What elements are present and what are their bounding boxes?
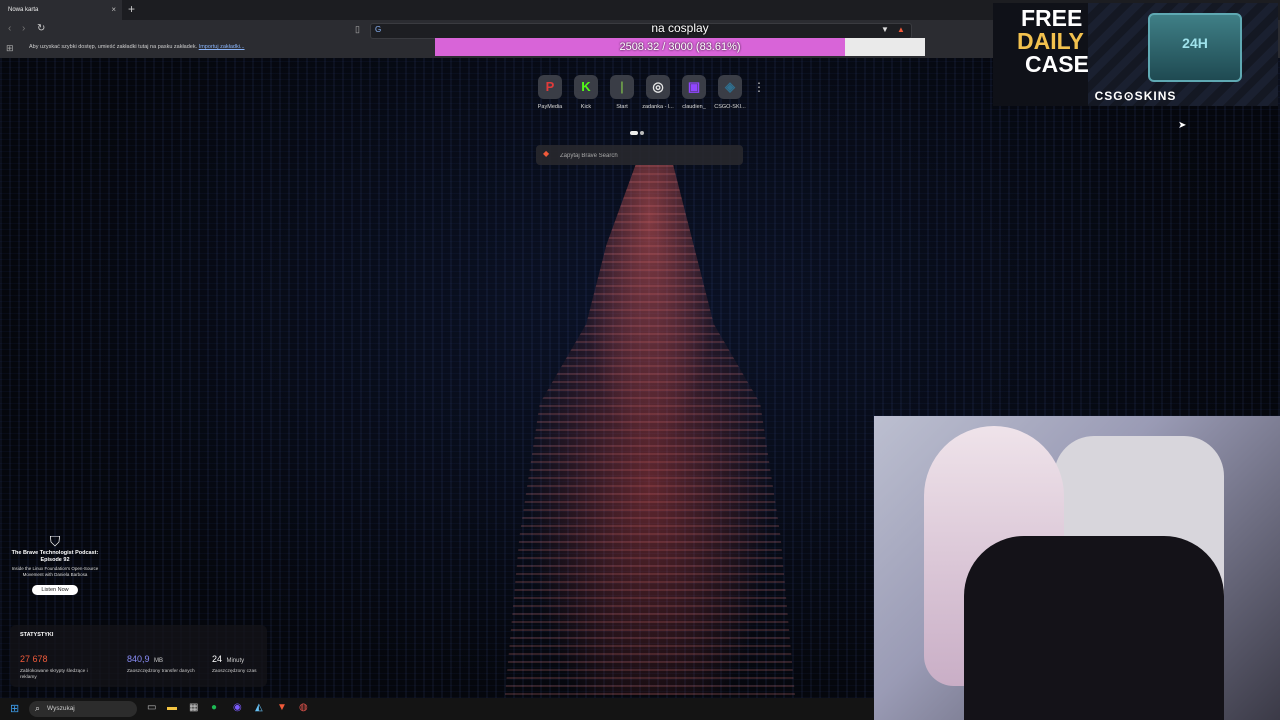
brave-rewards-icon[interactable]: ▲ — [897, 25, 905, 34]
brave-shields-icon[interactable]: ▼ — [881, 25, 889, 34]
bookmarks-hint: Aby uzyskać szybki dostęp, umieść zakład… — [29, 44, 245, 50]
apps-grid-icon[interactable]: ⊞ — [6, 43, 14, 54]
stat-value: 27 678 — [20, 654, 48, 664]
top-site-shortcut[interactable]: | Start — [605, 75, 639, 110]
goal-progress-bar: 2508.32 / 3000 (83.61%) — [435, 38, 925, 56]
brave-lion-icon: ◆ — [543, 149, 550, 158]
podcast-description: Inside the Linux Foundation's Open-Sourc… — [11, 566, 99, 577]
tab-title: Nowa karta — [8, 7, 39, 13]
shortcut-label: Start — [616, 104, 628, 110]
import-bookmarks-link[interactable]: Importuj zakładki... — [199, 44, 245, 50]
goal-title: na cosplay — [651, 21, 709, 35]
taskbar-search-label: Wyszukaj — [47, 705, 75, 712]
stat-desc: Zablokowane skrypty śledzące i reklamy — [20, 669, 88, 680]
shortcut-label: PayMedia — [537, 104, 563, 110]
listen-now-button[interactable]: Listen Now — [32, 585, 78, 595]
top-site-shortcut[interactable]: ▣ claudien_ — [677, 75, 711, 110]
google-icon: G — [375, 25, 382, 34]
shortcut-label: zadanka - l... — [642, 104, 674, 110]
windows-start-icon[interactable]: ⊞ — [10, 702, 19, 715]
shortcut-label: claudien_ — [682, 104, 706, 110]
back-icon[interactable]: ‹ — [8, 23, 11, 34]
more-options-icon[interactable]: ⋮ — [753, 80, 765, 94]
shortcut-label: Kick — [580, 104, 592, 110]
ad-line-case: CASE — [1025, 51, 1089, 77]
reload-icon[interactable]: ↻ — [37, 23, 45, 34]
podcast-title: The Brave Technologist Podcast: Episode … — [11, 550, 99, 563]
shortcut-icon: K — [574, 75, 598, 99]
page-indicator — [630, 122, 650, 135]
search-icon: ⌕ — [35, 703, 41, 713]
shortcut-icon: | — [610, 75, 634, 99]
tab-close-icon[interactable]: × — [111, 0, 116, 20]
top-site-shortcut[interactable]: P PayMedia — [533, 75, 567, 110]
top-site-shortcut[interactable]: ◈ CSGO-SKI... — [713, 75, 747, 110]
task-view-icon[interactable]: ▭ — [147, 702, 156, 713]
ad-line-daily: DAILY — [1017, 28, 1084, 54]
page-dot-active[interactable] — [630, 131, 638, 135]
spotify-icon[interactable]: ● — [211, 702, 217, 713]
stat-unit: MB — [153, 658, 163, 664]
stat-desc: Zaoszczędzony transfer danych — [127, 669, 195, 674]
goal-progress-text: 2508.32 / 3000 (83.61%) — [619, 41, 741, 53]
taskbar-search[interactable]: ⌕ Wyszukaj — [29, 701, 137, 717]
case-chest-icon: 24H — [1148, 13, 1242, 82]
podcast-card: ⛉ The Brave Technologist Podcast: Episod… — [10, 533, 100, 613]
shortcut-icon: P — [538, 75, 562, 99]
ad-line-free: FREE — [1021, 5, 1083, 31]
brave-search-box[interactable]: ◆ — [536, 145, 743, 165]
webcam-feed — [874, 416, 1280, 720]
shortcut-icon: ◎ — [646, 75, 670, 99]
stat-desc: Zaoszczędzony czas — [212, 669, 257, 674]
new-tab-icon[interactable]: + — [128, 2, 135, 16]
stats-widget: STATYSTYKI 27 678 Zablokowane skrypty śl… — [10, 625, 267, 687]
stat-unit: Minuty — [226, 658, 245, 664]
bookmark-icon[interactable]: ▯ — [355, 24, 360, 35]
stat-time: 24 Minuty Zaoszczędzony czas — [212, 649, 292, 675]
csgo-skins-logo: CSG⊙SKINS — [1094, 89, 1177, 103]
top-site-shortcut[interactable]: K Kick — [569, 75, 603, 110]
stat-trackers: 27 678 Zablokowane skrypty śledzące i re… — [20, 649, 100, 681]
brave-lion-icon: ⛉ — [49, 533, 61, 549]
forward-icon[interactable]: › — [22, 23, 25, 34]
chest-label: 24H — [1182, 35, 1208, 51]
shortcut-icon: ◈ — [718, 75, 742, 99]
obs-icon[interactable]: ◍ — [299, 702, 308, 713]
stat-value: 24 — [212, 654, 223, 664]
top-site-shortcut[interactable]: ◎ zadanka - l... — [641, 75, 675, 110]
stat-bandwidth: 840,9 MB Zaoszczędzony transfer danych — [127, 649, 207, 675]
shortcut-icon: ▣ — [682, 75, 706, 99]
top-sites: ⋮ P PayMedia K Kick | Start ◎ zadanka - l... ▣ cl… — [533, 75, 773, 115]
csgo-skins-ad[interactable]: FREE DAILY CASE 24H CSG⊙SKINS — [993, 3, 1278, 106]
store-icon[interactable]: ▦ — [189, 702, 198, 713]
webcam-person-body — [964, 536, 1224, 720]
mouse-cursor-icon: ➤ — [1178, 120, 1187, 131]
brave-browser-icon[interactable]: ▼ — [277, 702, 287, 713]
shortcut-label: CSGO-SKI... — [714, 104, 746, 110]
page-dot[interactable] — [640, 131, 644, 135]
taskbar: ⊞ ⌕ Wyszukaj ▭ ▬ ▦ ● ◉ ◭ ▼ ◍ — [0, 698, 874, 720]
search-input[interactable] — [558, 149, 742, 163]
tab-new-tab[interactable]: Nowa karta × — [0, 0, 122, 20]
discord-icon[interactable]: ◉ — [233, 702, 242, 713]
file-explorer-icon[interactable]: ▬ — [167, 702, 177, 713]
steam-icon[interactable]: ◭ — [255, 702, 263, 713]
stat-value: 840,9 — [127, 654, 150, 664]
stats-title: STATYSTYKI — [20, 632, 54, 638]
